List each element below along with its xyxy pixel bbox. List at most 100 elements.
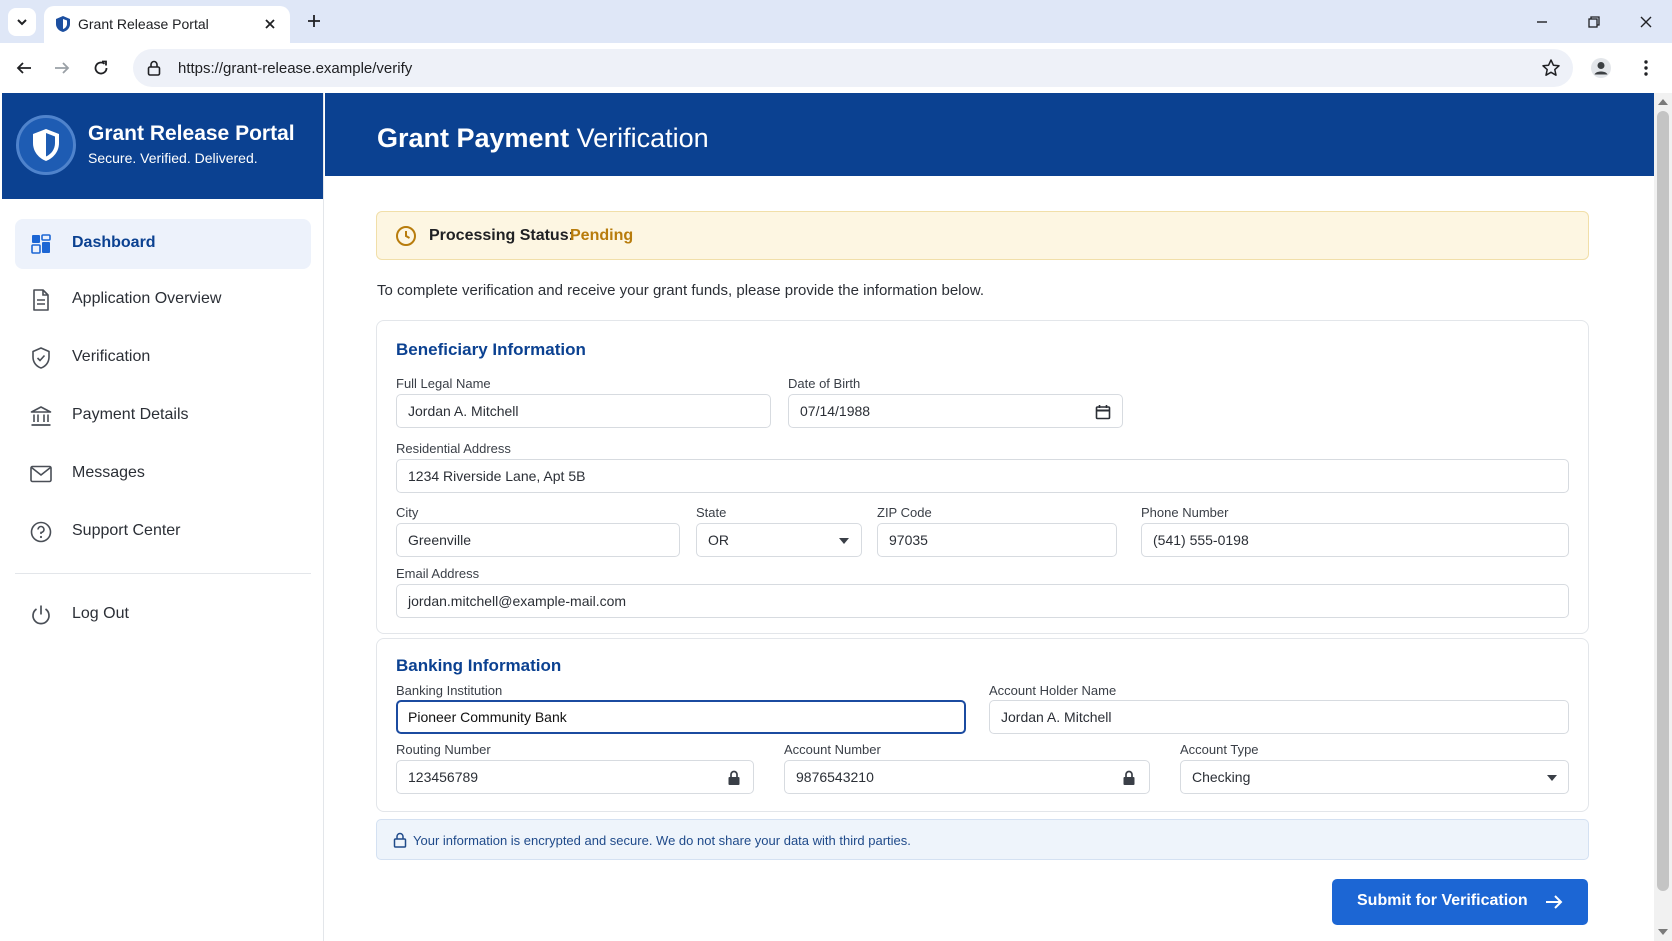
tab-search-button[interactable] (8, 8, 36, 36)
sidebar-item-application-overview[interactable]: Application Overview (15, 275, 311, 325)
close-icon (265, 19, 275, 29)
chevron-down-icon (1547, 775, 1557, 781)
zip-code-field[interactable]: 97035 (877, 523, 1117, 557)
account-type-value: Checking (1192, 769, 1251, 785)
sidebar-item-log-out[interactable]: Log Out (15, 590, 311, 640)
banking-institution-field[interactable]: Pioneer Community Bank (396, 700, 966, 734)
phone-label: Phone Number (1141, 505, 1229, 520)
account-holder-field[interactable]: Jordan A. Mitchell (989, 700, 1569, 734)
address-label: Residential Address (396, 441, 511, 456)
account-number-label: Account Number (784, 742, 881, 757)
full-name-label: Full Legal Name (396, 376, 491, 391)
sidebar-item-label: Verification (72, 348, 151, 365)
brand-title: Grant Release Portal (88, 122, 295, 145)
account-number-field[interactable]: 9876543210 (784, 760, 1150, 794)
routing-number-field[interactable]: 123456789 (396, 760, 754, 794)
address-value: 1234 Riverside Lane, Apt 5B (408, 468, 586, 484)
chevron-down-icon (839, 538, 849, 544)
browser-toolbar: https://grant-release.example/verify (0, 43, 1672, 93)
account-number-value: 9876543210 (796, 769, 874, 785)
banking-section-title: Banking Information (396, 656, 562, 675)
lock-icon (1120, 769, 1138, 787)
dashboard-icon (30, 233, 52, 255)
sidebar-item-verification[interactable]: Verification (15, 333, 311, 383)
restore-button[interactable] (1580, 8, 1608, 36)
arrow-right-icon (55, 62, 70, 74)
scroll-down-arrow-icon[interactable] (1658, 929, 1668, 935)
minimize-icon (1537, 21, 1547, 23)
city-field[interactable]: Greenville (396, 523, 680, 557)
processing-status-banner: Processing Status: Pending (376, 211, 1589, 260)
forward-button[interactable] (48, 54, 76, 82)
email-value: jordan.mitchell@example-mail.com (408, 593, 627, 609)
url-text: https://grant-release.example/verify (178, 60, 413, 77)
sidebar-item-label: Dashboard (72, 234, 156, 251)
browser-menu-button[interactable] (1632, 54, 1660, 82)
plus-icon (308, 15, 320, 27)
calendar-icon[interactable] (1094, 403, 1112, 421)
institution-label: Banking Institution (396, 683, 503, 698)
profile-button[interactable] (1587, 54, 1615, 82)
sidebar-item-label: Application Overview (72, 290, 222, 307)
account-holder-value: Jordan A. Mitchell (1001, 709, 1112, 725)
bank-icon (30, 405, 52, 427)
beneficiary-information-card: Beneficiary Information Full Legal Name … (376, 320, 1589, 634)
back-button[interactable] (10, 54, 38, 82)
scrollbar-thumb[interactable] (1657, 111, 1669, 891)
institution-value: Pioneer Community Bank (408, 709, 567, 725)
shield-logo-icon (16, 115, 76, 175)
tab-close-button[interactable] (260, 14, 280, 34)
account-holder-label: Account Holder Name (989, 683, 1117, 698)
star-icon[interactable] (1541, 58, 1561, 78)
brand-tagline: Secure. Verified. Delivered. (88, 150, 258, 166)
tab-title: Grant Release Portal (78, 16, 209, 32)
residential-address-field[interactable]: 1234 Riverside Lane, Apt 5B (396, 459, 1569, 493)
more-vertical-icon (1644, 60, 1648, 76)
email-address-field[interactable]: jordan.mitchell@example-mail.com (396, 584, 1569, 618)
sidebar-divider (15, 573, 311, 574)
scroll-up-arrow-icon[interactable] (1658, 99, 1668, 105)
beneficiary-section-title: Beneficiary Information (396, 340, 586, 359)
close-icon (1640, 16, 1652, 28)
browser-tab[interactable]: Grant Release Portal (44, 6, 290, 43)
zip-value: 97035 (889, 532, 928, 548)
restore-icon (1588, 16, 1600, 28)
address-bar[interactable]: https://grant-release.example/verify (133, 49, 1573, 87)
city-label: City (396, 505, 419, 520)
sidebar-item-payment-details[interactable]: Payment Details (15, 391, 311, 441)
power-icon (30, 604, 52, 626)
sidebar-item-label: Support Center (72, 522, 181, 539)
page-header: Grant Payment Verification (325, 93, 1654, 176)
sidebar-item-messages[interactable]: Messages (15, 449, 311, 499)
shield-check-icon (30, 347, 52, 369)
clock-icon (396, 226, 416, 246)
full-name-field[interactable]: Jordan A. Mitchell (396, 394, 771, 428)
page-title-bold: Grant Payment (377, 123, 570, 153)
state-select[interactable]: OR (696, 523, 862, 557)
page-scrollbar[interactable] (1654, 93, 1672, 941)
dob-label: Date of Birth (788, 376, 861, 391)
new-tab-button[interactable] (302, 9, 326, 33)
arrow-right-icon (1546, 895, 1563, 909)
page-title-rest: Verification (569, 123, 709, 153)
sidebar-item-dashboard[interactable]: Dashboard (15, 219, 311, 269)
phone-number-field[interactable]: (541) 555-0198 (1141, 523, 1569, 557)
minimize-button[interactable] (1528, 8, 1556, 36)
arrow-left-icon (16, 62, 31, 74)
status-badge: Pending (570, 227, 634, 244)
account-type-label: Account Type (1180, 742, 1259, 757)
status-label: Processing Status: (429, 227, 574, 244)
account-type-select[interactable]: Checking (1180, 760, 1569, 794)
zip-label: ZIP Code (877, 505, 932, 520)
security-notice-text: Your information is encrypted and secure… (413, 833, 911, 848)
submit-for-verification-button[interactable]: Submit for Verification (1332, 879, 1588, 925)
date-of-birth-field[interactable]: 07/14/1988 (788, 394, 1123, 428)
lock-icon (725, 769, 743, 787)
banking-information-card: Banking Information Banking Institution … (376, 638, 1589, 812)
close-window-button[interactable] (1632, 8, 1660, 36)
dob-value: 07/14/1988 (800, 403, 871, 419)
profile-icon (1591, 58, 1611, 78)
sidebar-item-label: Messages (72, 464, 145, 481)
reload-button[interactable] (87, 54, 115, 82)
sidebar-item-support-center[interactable]: Support Center (15, 507, 311, 557)
